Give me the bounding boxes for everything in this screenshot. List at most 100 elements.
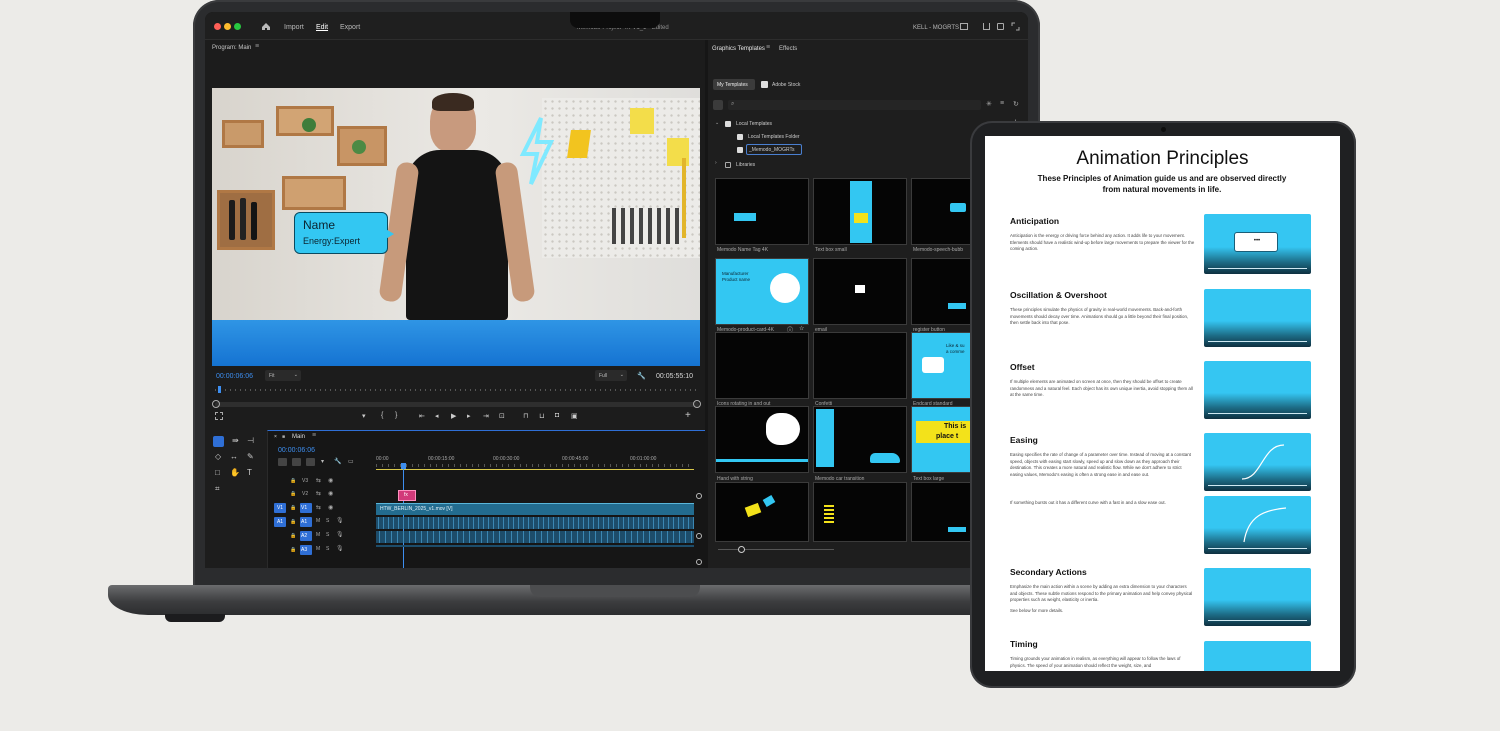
add-marker-icon[interactable]: ▾: [321, 458, 324, 465]
animation-video[interactable]: [1204, 568, 1311, 626]
program-monitor-tab[interactable]: Program: Main: [212, 45, 251, 51]
template-thumb[interactable]: [715, 482, 809, 542]
mic-icon[interactable]: 🎙: [336, 531, 344, 538]
template-thumb[interactable]: [715, 178, 809, 245]
safe-margins-icon[interactable]: [215, 412, 223, 420]
tab-effects[interactable]: Effects: [779, 46, 797, 52]
wrench-icon[interactable]: 🔧: [637, 372, 646, 380]
panel-menu-icon[interactable]: ≡: [255, 43, 259, 50]
tab-adobe-stock[interactable]: Adobe Stock: [760, 79, 810, 90]
lift-icon[interactable]: ⊓: [523, 412, 528, 420]
track-select-tool-icon[interactable]: ⇛: [232, 436, 239, 445]
track-target-a1[interactable]: A1: [300, 517, 312, 527]
template-thumb[interactable]: [715, 406, 809, 473]
workspace-label[interactable]: KELL - MOGRTS: [913, 25, 959, 31]
hand-tool-icon[interactable]: ✋: [230, 468, 240, 477]
sync-lock-icon[interactable]: ⇆: [316, 490, 321, 497]
scroll-handle[interactable]: [696, 533, 702, 539]
checkbox-local-templates[interactable]: [725, 121, 731, 127]
razor-tool-icon[interactable]: ◇: [215, 452, 221, 461]
video-clip[interactable]: HTW_BERLIN_2025_v1.mov [V]: [376, 503, 694, 515]
animation-video[interactable]: [1204, 433, 1311, 491]
tab-my-templates[interactable]: My Templates: [713, 79, 755, 90]
quick-export-icon[interactable]: [997, 23, 1004, 30]
template-thumb[interactable]: [813, 406, 907, 473]
animation-video[interactable]: [1204, 361, 1311, 419]
panel-menu-icon[interactable]: ≡: [312, 432, 316, 439]
nest-toggle-icon[interactable]: [278, 458, 287, 466]
solo-icon[interactable]: S: [326, 518, 329, 524]
eye-icon[interactable]: ◉: [328, 477, 333, 484]
track-label-v2[interactable]: V2: [302, 491, 308, 497]
eye-icon[interactable]: ◉: [328, 504, 333, 511]
template-thumb[interactable]: [813, 332, 907, 399]
mark-out-icon[interactable]: }: [395, 412, 397, 419]
go-to-in-icon[interactable]: ⇤: [419, 412, 425, 420]
solo-icon[interactable]: S: [326, 532, 329, 538]
comparison-view-icon[interactable]: ▣: [571, 412, 578, 420]
mute-icon[interactable]: M: [316, 546, 320, 552]
timeline-timecode[interactable]: 00:00:06:06: [278, 447, 315, 454]
step-back-icon[interactable]: ◂: [435, 412, 439, 420]
animation-video[interactable]: [1204, 289, 1311, 347]
audio-clip-a1[interactable]: [376, 517, 694, 529]
monitor-playhead[interactable]: [218, 386, 221, 393]
slider-handle[interactable]: [738, 546, 745, 553]
tree-local-templates-folder[interactable]: Local Templates Folder: [748, 134, 800, 140]
mic-icon[interactable]: 🎙: [336, 517, 344, 524]
add-button-icon[interactable]: +: [685, 410, 691, 421]
list-view-icon[interactable]: ≡: [1000, 100, 1004, 107]
new-folder-icon[interactable]: ✳: [986, 100, 992, 108]
audio-clip-a3[interactable]: [376, 545, 694, 547]
captions-tool-icon[interactable]: ⌗: [215, 484, 220, 494]
timeline-settings-icon[interactable]: 🔧: [334, 458, 341, 465]
mark-in-icon[interactable]: {: [381, 412, 383, 419]
captions-icon[interactable]: ▭: [348, 458, 354, 465]
go-to-out-icon[interactable]: ⇥: [483, 412, 489, 420]
menu-edit[interactable]: Edit: [316, 24, 328, 31]
sync-lock-icon[interactable]: ⇆: [316, 504, 321, 511]
lock-icon[interactable]: 🔒: [290, 519, 296, 525]
animation-video[interactable]: •••: [1204, 214, 1311, 274]
snap-icon[interactable]: [292, 458, 301, 466]
template-thumb[interactable]: [911, 258, 973, 325]
type-tool-icon[interactable]: T: [247, 468, 252, 477]
animation-video[interactable]: [1204, 641, 1311, 671]
extract-icon[interactable]: ⊔: [539, 412, 544, 420]
scroll-handle[interactable]: [696, 559, 702, 565]
rectangle-tool-icon[interactable]: □: [215, 468, 220, 477]
tree-memodo-mogrts[interactable]: _Memodo_MOGRTs: [746, 144, 802, 155]
export-frame-icon[interactable]: ◘: [555, 412, 559, 419]
template-thumb[interactable]: Like & su a comme: [911, 332, 973, 399]
lock-icon[interactable]: 🔒: [290, 491, 296, 497]
pen-tool-icon[interactable]: ✎: [247, 452, 254, 461]
audio-clip-a2[interactable]: [376, 531, 694, 543]
lock-icon[interactable]: 🔒: [290, 547, 296, 553]
template-thumb[interactable]: [715, 332, 809, 399]
template-thumb[interactable]: [813, 258, 907, 325]
chevron-down-icon[interactable]: ⌄: [715, 120, 719, 126]
track-label-v3[interactable]: V3: [302, 478, 308, 484]
template-thumb[interactable]: This is place t: [911, 406, 973, 473]
minimize-window-button[interactable]: [224, 23, 231, 30]
chevron-right-icon[interactable]: ›: [715, 160, 717, 166]
template-thumb[interactable]: Manufacturer Product name: [715, 258, 809, 325]
mute-icon[interactable]: M: [316, 518, 320, 524]
close-sequence-icon[interactable]: ×: [274, 434, 277, 440]
marker-icon[interactable]: ▾: [362, 412, 366, 420]
step-forward-icon[interactable]: ▸: [467, 412, 471, 420]
playhead-timecode[interactable]: 00:00:06:06: [216, 373, 253, 380]
home-icon[interactable]: [261, 22, 271, 31]
lock-icon[interactable]: 🔒: [290, 533, 296, 539]
zoom-handle-right[interactable]: [693, 400, 701, 408]
insert-icon[interactable]: ⊡: [499, 412, 505, 420]
sequence-tab[interactable]: Main: [292, 434, 305, 440]
thumbnail-size-slider[interactable]: [718, 549, 834, 550]
ripple-edit-tool-icon[interactable]: ⊣: [247, 436, 254, 445]
eye-icon[interactable]: ◉: [328, 490, 333, 497]
star-icon[interactable]: ☆: [799, 325, 804, 332]
scroll-handle[interactable]: [696, 493, 702, 499]
filter-icon[interactable]: [713, 100, 723, 110]
template-thumb[interactable]: [813, 482, 907, 542]
resolution-dropdown[interactable]: Full ⌄: [595, 370, 627, 381]
